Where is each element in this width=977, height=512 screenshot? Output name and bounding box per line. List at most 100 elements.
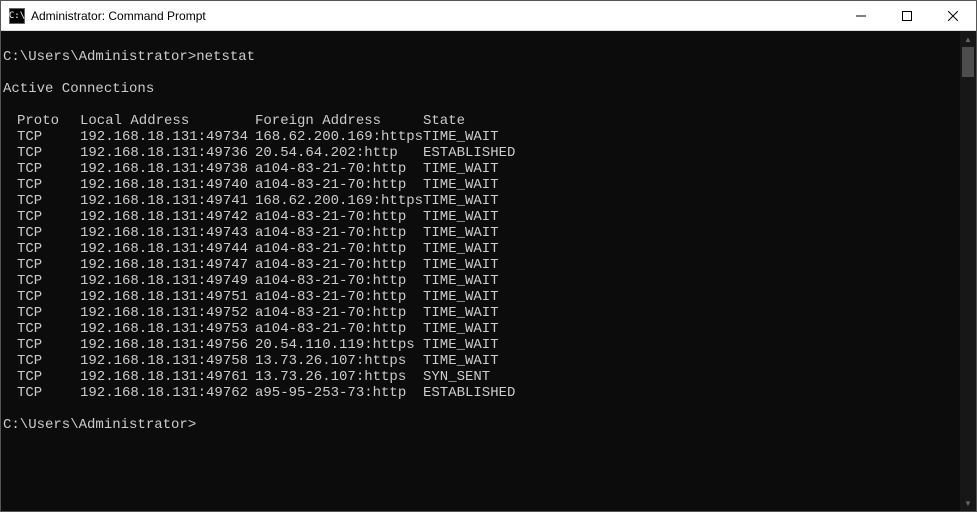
cell-local: 192.168.18.131:49758 xyxy=(80,353,255,369)
cell-foreign: a104-83-21-70:http xyxy=(255,209,423,225)
cell-foreign: 168.62.200.169:https xyxy=(255,193,423,209)
prompt-line: C:\Users\Administrator>netstat xyxy=(3,49,956,65)
cell-local: 192.168.18.131:49734 xyxy=(80,129,255,145)
cell-proto: TCP xyxy=(17,209,80,225)
connection-row: TCP192.168.18.131:49747a104-83-21-70:htt… xyxy=(3,257,956,273)
cell-state: TIME_WAIT xyxy=(423,161,499,177)
cell-foreign: a104-83-21-70:http xyxy=(255,241,423,257)
cell-proto: TCP xyxy=(17,257,80,273)
scroll-thumb[interactable] xyxy=(962,47,974,77)
prompt: C:\Users\Administrator> xyxy=(3,49,196,65)
col-state: State xyxy=(423,113,465,129)
cell-proto: TCP xyxy=(17,161,80,177)
cell-foreign: a95-95-253-73:http xyxy=(255,385,423,401)
cell-state: TIME_WAIT xyxy=(423,289,499,305)
cell-proto: TCP xyxy=(17,145,80,161)
cell-state: TIME_WAIT xyxy=(423,209,499,225)
cell-state: TIME_WAIT xyxy=(423,257,499,273)
section-header: Active Connections xyxy=(3,81,956,97)
maximize-button[interactable] xyxy=(884,1,930,30)
cell-foreign: a104-83-21-70:http xyxy=(255,305,423,321)
blank-line xyxy=(3,65,956,81)
cell-state: TIME_WAIT xyxy=(423,225,499,241)
window-controls xyxy=(838,1,976,30)
connection-row: TCP192.168.18.131:4976113.73.26.107:http… xyxy=(3,369,956,385)
cell-state: TIME_WAIT xyxy=(423,273,499,289)
cell-state: SYN_SENT xyxy=(423,369,490,385)
cell-foreign: a104-83-21-70:http xyxy=(255,161,423,177)
connection-row: TCP192.168.18.131:49762a95-95-253-73:htt… xyxy=(3,385,956,401)
cell-local: 192.168.18.131:49761 xyxy=(80,369,255,385)
connection-row: TCP192.168.18.131:49738a104-83-21-70:htt… xyxy=(3,161,956,177)
cell-foreign: 13.73.26.107:https xyxy=(255,353,423,369)
col-foreign: Foreign Address xyxy=(255,113,423,129)
cell-foreign: 13.73.26.107:https xyxy=(255,369,423,385)
cell-state: TIME_WAIT xyxy=(423,305,499,321)
connection-row: TCP192.168.18.131:49752a104-83-21-70:htt… xyxy=(3,305,956,321)
window-title: Administrator: Command Prompt xyxy=(31,9,838,23)
cell-state: TIME_WAIT xyxy=(423,193,499,209)
cell-state: TIME_WAIT xyxy=(423,177,499,193)
cell-proto: TCP xyxy=(17,225,80,241)
connection-row: TCP192.168.18.131:49743a104-83-21-70:htt… xyxy=(3,225,956,241)
cell-local: 192.168.18.131:49756 xyxy=(80,337,255,353)
cell-local: 192.168.18.131:49738 xyxy=(80,161,255,177)
titlebar[interactable]: C:\ Administrator: Command Prompt xyxy=(1,1,976,31)
cell-local: 192.168.18.131:49752 xyxy=(80,305,255,321)
terminal-output[interactable]: C:\Users\Administrator>netstat Active Co… xyxy=(1,31,960,511)
cell-foreign: a104-83-21-70:http xyxy=(255,177,423,193)
scroll-down-icon[interactable]: ▼ xyxy=(960,495,976,511)
col-local: Local Address xyxy=(80,113,255,129)
cell-state: ESTABLISHED xyxy=(423,385,515,401)
cell-local: 192.168.18.131:49744 xyxy=(80,241,255,257)
cell-proto: TCP xyxy=(17,177,80,193)
connection-row: TCP192.168.18.131:4973620.54.64.202:http… xyxy=(3,145,956,161)
prompt: C:\Users\Administrator> xyxy=(3,417,196,433)
scroll-up-icon[interactable]: ▲ xyxy=(960,31,976,47)
cell-foreign: a104-83-21-70:http xyxy=(255,225,423,241)
cell-proto: TCP xyxy=(17,385,80,401)
connection-row: TCP192.168.18.131:49749a104-83-21-70:htt… xyxy=(3,273,956,289)
connection-row: TCP192.168.18.131:49744a104-83-21-70:htt… xyxy=(3,241,956,257)
cell-proto: TCP xyxy=(17,353,80,369)
cell-proto: TCP xyxy=(17,305,80,321)
cell-local: 192.168.18.131:49751 xyxy=(80,289,255,305)
cell-proto: TCP xyxy=(17,369,80,385)
command-prompt-window: C:\ Administrator: Command Prompt C:\Use… xyxy=(0,0,977,512)
blank-line xyxy=(3,97,956,113)
connection-row: TCP192.168.18.131:49751a104-83-21-70:htt… xyxy=(3,289,956,305)
column-headers: ProtoLocal AddressForeign AddressState xyxy=(3,113,956,129)
cell-state: TIME_WAIT xyxy=(423,241,499,257)
cell-proto: TCP xyxy=(17,273,80,289)
cell-proto: TCP xyxy=(17,337,80,353)
blank-line xyxy=(3,33,956,49)
connection-row: TCP192.168.18.131:49741168.62.200.169:ht… xyxy=(3,193,956,209)
terminal-area: C:\Users\Administrator>netstat Active Co… xyxy=(1,31,976,511)
cell-local: 192.168.18.131:49747 xyxy=(80,257,255,273)
cell-local: 192.168.18.131:49742 xyxy=(80,209,255,225)
connection-row: TCP192.168.18.131:49753a104-83-21-70:htt… xyxy=(3,321,956,337)
blank-line xyxy=(3,401,956,417)
connection-row: TCP192.168.18.131:49742a104-83-21-70:htt… xyxy=(3,209,956,225)
cell-state: ESTABLISHED xyxy=(423,145,515,161)
vertical-scrollbar[interactable]: ▲ ▼ xyxy=(960,31,976,511)
close-button[interactable] xyxy=(930,1,976,30)
cell-state: TIME_WAIT xyxy=(423,353,499,369)
minimize-button[interactable] xyxy=(838,1,884,30)
cell-local: 192.168.18.131:49749 xyxy=(80,273,255,289)
cell-foreign: 20.54.110.119:https xyxy=(255,337,423,353)
cell-proto: TCP xyxy=(17,321,80,337)
cell-proto: TCP xyxy=(17,129,80,145)
cell-proto: TCP xyxy=(17,289,80,305)
cell-proto: TCP xyxy=(17,193,80,209)
connection-row: TCP192.168.18.131:49734168.62.200.169:ht… xyxy=(3,129,956,145)
cell-local: 192.168.18.131:49753 xyxy=(80,321,255,337)
cell-proto: TCP xyxy=(17,241,80,257)
cell-local: 192.168.18.131:49741 xyxy=(80,193,255,209)
cell-local: 192.168.18.131:49743 xyxy=(80,225,255,241)
cell-local: 192.168.18.131:49762 xyxy=(80,385,255,401)
cell-foreign: a104-83-21-70:http xyxy=(255,273,423,289)
prompt-line: C:\Users\Administrator> xyxy=(3,417,956,433)
cell-local: 192.168.18.131:49736 xyxy=(80,145,255,161)
cell-state: TIME_WAIT xyxy=(423,321,499,337)
